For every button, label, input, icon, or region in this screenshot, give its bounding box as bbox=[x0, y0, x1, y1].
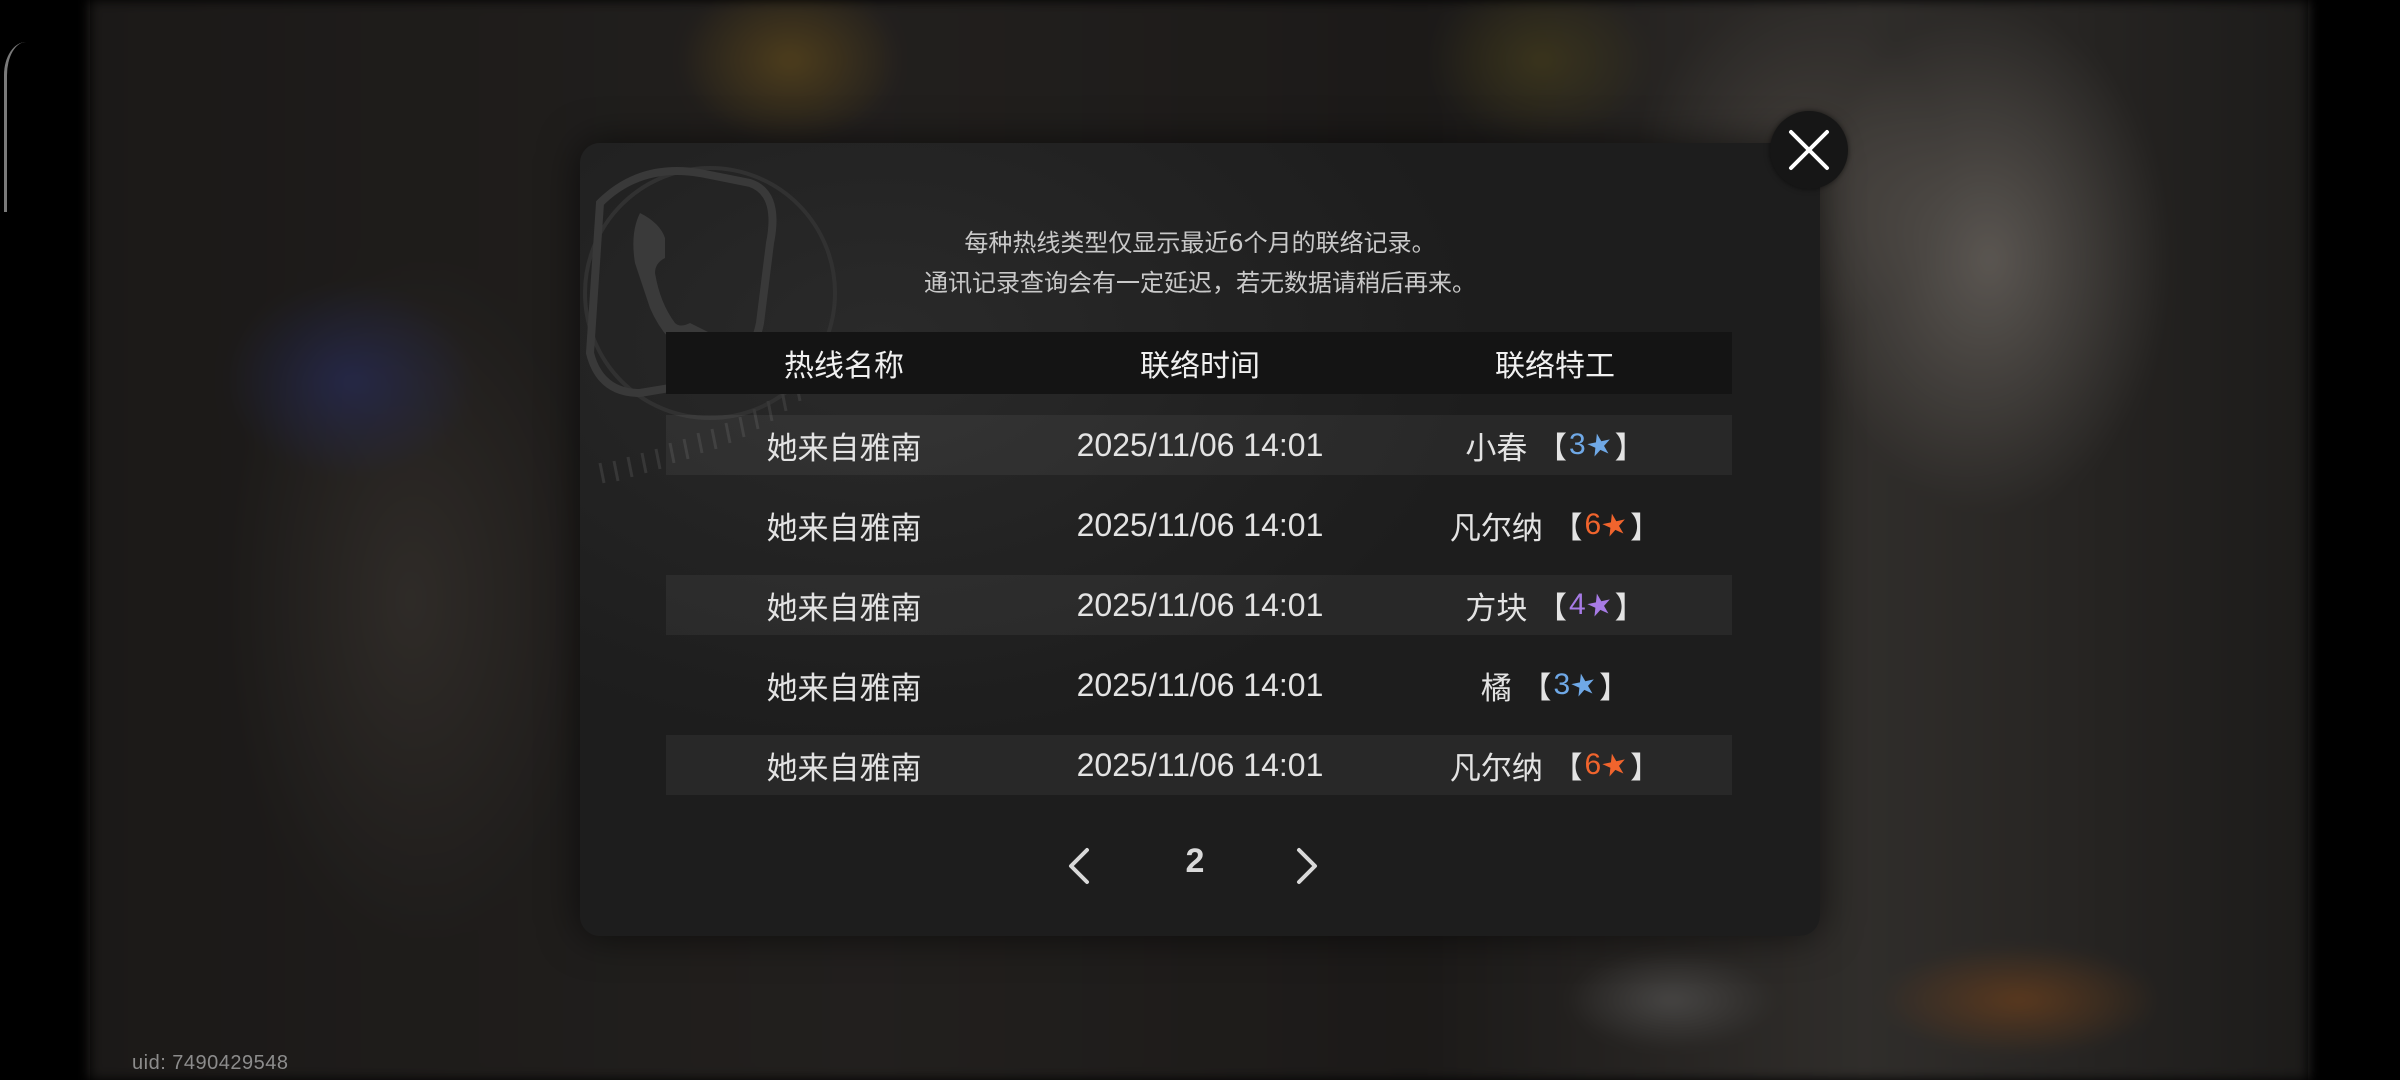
hotline-name-cell: 她来自雅南 bbox=[766, 750, 922, 787]
header-hotline-name: 热线名称 bbox=[784, 349, 904, 384]
table-row: 她来自雅南 2025/11/06 14:01 凡尔纳 【 6 ★ 】 bbox=[666, 495, 1732, 555]
header-contact-time: 联络时间 bbox=[1140, 349, 1260, 384]
record-list: 她来自雅南 2025/11/06 14:01 小春 【 3 ★ 】 她来自雅南 … bbox=[666, 415, 1732, 815]
hotline-name-cell: 她来自雅南 bbox=[766, 430, 922, 467]
contact-time-cell: 2025/11/06 14:01 bbox=[1076, 506, 1324, 543]
chevron-left-icon bbox=[1069, 848, 1089, 884]
bracket-close: 】 bbox=[1630, 511, 1661, 546]
agent-name: 橘 bbox=[1480, 670, 1512, 707]
bracket-open: 【 bbox=[1542, 751, 1583, 786]
bracket-open: 【 bbox=[1527, 431, 1567, 466]
next-page-button[interactable] bbox=[1288, 836, 1328, 896]
agent-cell: 橘 【 3 ★ 】 bbox=[1378, 663, 1732, 708]
contact-time-cell: 2025/11/06 14:01 bbox=[1076, 426, 1324, 463]
table-row: 她来自雅南 2025/11/06 14:01 橘 【 3 ★ 】 bbox=[666, 655, 1732, 715]
current-page-number: 2 bbox=[1185, 842, 1205, 880]
agent-cell: 小春 【 3 ★ 】 bbox=[1378, 423, 1732, 468]
agent-name: 凡尔纳 bbox=[1449, 510, 1543, 547]
previous-page-button[interactable] bbox=[1058, 836, 1098, 896]
bracket-close: 】 bbox=[1630, 751, 1661, 786]
contact-record-dialog: 每种热线类型仅显示最近6个月的联络记录。 通讯记录查询会有一定延迟，若无数据请稍… bbox=[580, 143, 1820, 936]
bracket-close: 】 bbox=[1614, 431, 1645, 466]
notice-text-line1: 每种热线类型仅显示最近6个月的联络记录。 bbox=[964, 229, 1436, 257]
rank-star-icon: ★ bbox=[1597, 745, 1632, 785]
bracket-open: 【 bbox=[1527, 591, 1567, 626]
agent-name: 方块 bbox=[1465, 590, 1528, 627]
hotline-name-cell: 她来自雅南 bbox=[766, 670, 922, 707]
contact-time-cell: 2025/11/06 14:01 bbox=[1076, 666, 1324, 703]
close-button[interactable] bbox=[1770, 111, 1848, 189]
hotline-name-cell: 她来自雅南 bbox=[766, 590, 922, 627]
rank-star-icon: ★ bbox=[1566, 665, 1601, 705]
contact-time-cell: 2025/11/06 14:01 bbox=[1076, 586, 1324, 623]
agent-cell: 凡尔纳 【 6 ★ 】 bbox=[1378, 503, 1732, 548]
table-row: 她来自雅南 2025/11/06 14:01 方块 【 4 ★ 】 bbox=[666, 575, 1732, 635]
notice-text-line2: 通讯记录查询会有一定延迟，若无数据请稍后再来。 bbox=[924, 269, 1476, 297]
edge-gesture-handle[interactable] bbox=[4, 42, 26, 212]
close-icon bbox=[1789, 130, 1829, 170]
bracket-close: 】 bbox=[1599, 671, 1630, 706]
rank-star-icon: ★ bbox=[1582, 585, 1616, 625]
header-contact-agent: 联络特工 bbox=[1495, 349, 1615, 384]
agent-name: 凡尔纳 bbox=[1449, 750, 1543, 787]
hotline-name-cell: 她来自雅南 bbox=[766, 510, 922, 547]
table-header: 热线名称 联络时间 联络特工 bbox=[666, 332, 1732, 394]
game-screen: uid: 7490429548 每种热线类型仅显示最近6个月的联络记录。 通讯记… bbox=[0, 0, 2400, 1080]
table-row: 她来自雅南 2025/11/06 14:01 凡尔纳 【 6 ★ 】 bbox=[666, 735, 1732, 795]
agent-cell: 凡尔纳 【 6 ★ 】 bbox=[1378, 743, 1732, 788]
agent-cell: 方块 【 4 ★ 】 bbox=[1378, 583, 1732, 628]
bracket-open: 【 bbox=[1542, 511, 1583, 546]
chevron-right-icon bbox=[1297, 848, 1317, 884]
contact-time-cell: 2025/11/06 14:01 bbox=[1076, 746, 1324, 783]
uid-label: uid: 7490429548 bbox=[132, 1052, 289, 1074]
bracket-close: 】 bbox=[1614, 591, 1645, 626]
rank-star-icon: ★ bbox=[1582, 425, 1616, 465]
bracket-open: 【 bbox=[1511, 671, 1552, 706]
rank-star-icon: ★ bbox=[1597, 505, 1632, 545]
table-row: 她来自雅南 2025/11/06 14:01 小春 【 3 ★ 】 bbox=[666, 415, 1732, 475]
agent-name: 小春 bbox=[1465, 430, 1528, 467]
